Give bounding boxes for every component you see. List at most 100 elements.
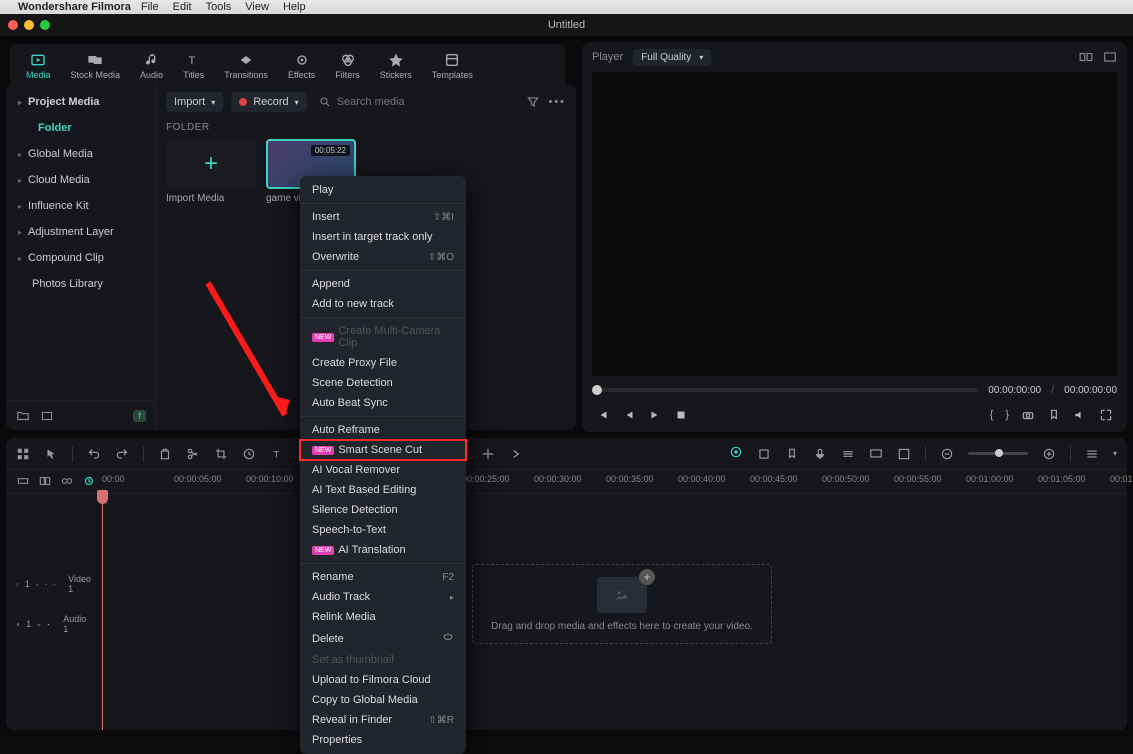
filter-badge[interactable]: f (133, 410, 146, 422)
chevron-down-icon[interactable]: ▾ (1113, 449, 1117, 458)
more-tools-icon[interactable] (509, 447, 523, 461)
context-menu-item[interactable]: Play (300, 180, 466, 200)
undo-icon[interactable] (87, 447, 101, 461)
eye-icon[interactable] (53, 579, 56, 590)
new-folder-icon[interactable] (16, 409, 30, 423)
import-media-tile[interactable]: + Import Media (166, 139, 256, 204)
context-menu-item[interactable]: Overwrite⇧⌘O (300, 247, 466, 267)
context-menu-item[interactable]: Scene Detection (300, 373, 466, 393)
more-icon[interactable]: ••• (548, 96, 566, 108)
maximize-window-button[interactable] (40, 20, 50, 30)
play-back-icon[interactable] (622, 408, 636, 422)
quality-dropdown[interactable]: Full Quality▾ (633, 49, 711, 66)
tab-filters[interactable]: Filters (329, 50, 366, 82)
video-track-header[interactable]: 1 Video 1 (6, 564, 101, 604)
search-input[interactable] (337, 96, 515, 108)
tab-audio[interactable]: Audio (134, 50, 169, 82)
tab-transitions[interactable]: Transitions (218, 50, 274, 82)
delete-icon[interactable] (158, 447, 172, 461)
list-icon[interactable] (1085, 447, 1099, 461)
minimize-window-button[interactable] (24, 20, 34, 30)
context-menu-item[interactable]: Audio Track▸ (300, 587, 466, 607)
menu-help[interactable]: Help (283, 1, 306, 13)
compare-view-icon[interactable] (1079, 50, 1093, 64)
lock-icon[interactable] (36, 579, 39, 590)
context-menu-item[interactable]: Relink Media (300, 607, 466, 627)
prev-frame-icon[interactable] (596, 408, 610, 422)
sidebar-item-folder[interactable]: Folder (10, 116, 151, 140)
tab-media[interactable]: Media (20, 50, 57, 82)
tab-effects[interactable]: Effects (282, 50, 321, 82)
bracket-in-icon[interactable]: { (990, 409, 994, 421)
volume-icon[interactable] (1073, 408, 1087, 422)
sidebar-item-global-media[interactable]: ▸Global Media (10, 142, 151, 166)
context-menu-item[interactable]: Insert⇧⌘I (300, 207, 466, 227)
zoom-in-icon[interactable] (1042, 447, 1056, 461)
timeline-track-area[interactable]: + Drag and drop media and effects here t… (102, 494, 1127, 730)
lock-icon[interactable] (37, 619, 41, 630)
split-icon[interactable] (186, 447, 200, 461)
context-menu-item[interactable]: Reveal in Finder⇧⌘R (300, 710, 466, 730)
tab-titles[interactable]: T Titles (177, 50, 210, 82)
timeline-ruler[interactable]: 00:0000:00:05:0000:00:10:0000:00:15:0000… (6, 470, 1127, 494)
mute-icon[interactable] (45, 579, 48, 590)
new-bin-icon[interactable] (40, 409, 54, 423)
sidebar-item-cloud-media[interactable]: ▸Cloud Media (10, 168, 151, 192)
ruler-icon-3[interactable] (60, 474, 74, 488)
mute-icon[interactable] (47, 619, 51, 630)
stop-icon[interactable] (674, 408, 688, 422)
marker-add-icon[interactable] (785, 447, 799, 461)
player-viewport[interactable] (592, 72, 1117, 376)
context-menu-item[interactable]: Add to new track (300, 294, 466, 314)
context-menu-item[interactable]: Create Proxy File (300, 353, 466, 373)
playhead[interactable] (102, 494, 103, 730)
text-icon[interactable]: T (270, 447, 284, 461)
app-name[interactable]: Wondershare Filmora (18, 1, 131, 13)
marker-icon[interactable] (1047, 408, 1061, 422)
redo-icon[interactable] (115, 447, 129, 461)
snap-icon[interactable] (897, 447, 911, 461)
menu-file[interactable]: File (141, 1, 159, 13)
record-dropdown[interactable]: Record▾ (231, 92, 306, 112)
fullscreen-icon[interactable] (1099, 408, 1113, 422)
mixer-icon[interactable] (729, 445, 743, 459)
import-dropdown[interactable]: Import▾ (166, 92, 223, 112)
tab-stickers[interactable]: Stickers (374, 50, 418, 82)
play-icon[interactable] (648, 408, 662, 422)
camera-icon[interactable] (1021, 408, 1035, 422)
player-progress[interactable] (592, 388, 978, 392)
layout-icon[interactable] (16, 447, 30, 461)
sidebar-item-project-media[interactable]: ▸Project Media (10, 90, 151, 114)
screen-icon[interactable] (869, 447, 883, 461)
context-menu-item[interactable]: RenameF2 (300, 567, 466, 587)
tab-templates[interactable]: Templates (426, 50, 479, 82)
context-menu-item[interactable]: Auto Beat Sync (300, 393, 466, 413)
context-menu-item[interactable]: Properties (300, 730, 466, 750)
context-menu-item[interactable]: AI Text Based Editing (300, 480, 466, 500)
timeline-drop-zone[interactable]: + Drag and drop media and effects here t… (472, 564, 772, 644)
context-menu-item[interactable]: NEWSmart Scene Cut (300, 440, 466, 460)
sidebar-item-adjustment-layer[interactable]: ▸Adjustment Layer (10, 220, 151, 244)
context-menu-item[interactable]: Delete (300, 627, 466, 650)
tab-stock-media[interactable]: Stock Media (65, 50, 127, 82)
zoom-slider[interactable] (968, 452, 1028, 455)
sidebar-item-influence-kit[interactable]: ▸Influence Kit (10, 194, 151, 218)
filter-icon[interactable] (526, 95, 540, 109)
sidebar-item-compound-clip[interactable]: ▸Compound Clip (10, 246, 151, 270)
zoom-out-icon[interactable] (940, 447, 954, 461)
ruler-icon-4[interactable] (82, 474, 96, 488)
ruler-icon-2[interactable] (38, 474, 52, 488)
close-window-button[interactable] (8, 20, 18, 30)
context-menu-item[interactable]: Speech-to-Text (300, 520, 466, 540)
render-icon[interactable] (757, 447, 771, 461)
speed-icon[interactable] (242, 447, 256, 461)
context-menu-item[interactable]: Append (300, 274, 466, 294)
context-menu-item[interactable]: Insert in target track only (300, 227, 466, 247)
track-height-icon[interactable] (841, 447, 855, 461)
context-menu-item[interactable]: Silence Detection (300, 500, 466, 520)
chroma-icon[interactable] (481, 447, 495, 461)
expand-view-icon[interactable] (1103, 50, 1117, 64)
menu-tools[interactable]: Tools (206, 1, 232, 13)
mic-icon[interactable] (813, 447, 827, 461)
menu-edit[interactable]: Edit (173, 1, 192, 13)
